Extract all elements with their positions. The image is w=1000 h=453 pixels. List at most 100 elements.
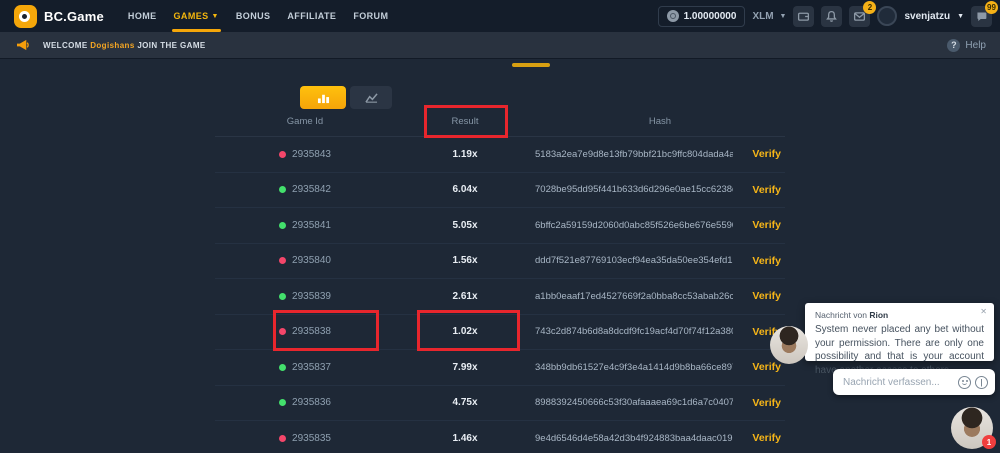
result-value: 1.19x — [395, 149, 535, 160]
game-id-value: 2935840 — [292, 255, 331, 266]
result-value: 1.46x — [395, 433, 535, 444]
coin-icon — [667, 10, 679, 22]
chat-message-card: ✕ Nachricht von Rion System never placed… — [805, 303, 994, 361]
table-row: 2935836 4.75x 8988392450666c53f30afaaaea… — [215, 386, 785, 422]
hash-value: 6bffc2a59159d2060d0abc85f526e6be676e5590… — [535, 220, 733, 231]
annotation-box-result-102x — [417, 310, 520, 351]
game-id-cell: 2935842 — [215, 184, 395, 195]
game-id-value: 2935842 — [292, 184, 331, 195]
game-id-value: 2935835 — [292, 433, 331, 444]
user-avatar[interactable] — [877, 6, 897, 26]
result-value: 7.99x — [395, 362, 535, 373]
game-id-cell: 2935840 — [215, 255, 395, 266]
game-id-cell: 2935843 — [215, 149, 395, 160]
result-value: 1.56x — [395, 255, 535, 266]
hash-cell: 9e4d6546d4e58a42d3b4f924883baa4daac019ce… — [535, 432, 785, 444]
result-status-dot — [279, 257, 286, 264]
game-id-cell: 2935837 — [215, 362, 395, 373]
announcement-text: WELCOME Dogishans JOIN THE GAME — [43, 41, 206, 50]
result-status-dot — [279, 222, 286, 229]
help-icon: ? — [947, 39, 960, 52]
table-row: 2935842 6.04x 7028be95dd95f441b633d6d296… — [215, 173, 785, 209]
hash-cell: 8988392450666c53f30afaaaea69c1d6a7c0407e… — [535, 397, 785, 409]
help-label: Help — [965, 40, 986, 51]
message-from-line: Nachricht von Rion — [815, 310, 984, 320]
hash-value: ddd7f521e87769103ecf94ea35da50ee354efd1c… — [535, 255, 733, 266]
nav-affiliate[interactable]: AFFILIATE — [287, 0, 336, 32]
wallet-icon — [797, 10, 810, 23]
hash-value: 5183a2ea7e9d8e13fb79bbf21bc9ffc804dada4a… — [535, 149, 733, 160]
hash-value: 8988392450666c53f30afaaaea69c1d6a7c0407e… — [535, 397, 733, 408]
main-nav: HOME GAMES▼ BONUS AFFILIATE FORUM — [128, 0, 388, 32]
chat-message-input[interactable] — [843, 377, 954, 388]
currency-label: XLM — [752, 11, 773, 22]
hash-cell: ddd7f521e87769103ecf94ea35da50ee354efd1c… — [535, 255, 785, 267]
game-id-value: 2935836 — [292, 397, 331, 408]
result-status-dot — [279, 364, 286, 371]
nav-home[interactable]: HOME — [128, 0, 157, 32]
game-history-table: Game Id Result Hash 2935843 1.19x 5183a2… — [215, 106, 785, 453]
nav-bonus[interactable]: BONUS — [236, 0, 271, 32]
chevron-down-icon: ▼ — [780, 13, 787, 20]
game-id-cell: 2935841 — [215, 220, 395, 231]
result-value: 6.04x — [395, 184, 535, 195]
info-icon[interactable]: | — [975, 376, 988, 389]
hash-value: 9e4d6546d4e58a42d3b4f924883baa4daac019ce… — [535, 433, 733, 444]
table-row: 2935837 7.99x 348bb9db61527e4c9f3e4a1414… — [215, 350, 785, 386]
column-header-hash: Hash — [535, 116, 785, 127]
user-menu[interactable]: svenjatzu ▼ — [904, 11, 964, 22]
mail-badge: 2 — [863, 1, 876, 14]
table-row: 2935843 1.19x 5183a2ea7e9d8e13fb79bbf21b… — [215, 137, 785, 173]
close-icon[interactable]: ✕ — [980, 308, 987, 316]
wallet-button[interactable] — [793, 6, 814, 27]
verify-link[interactable]: Verify — [752, 148, 781, 160]
column-header-game-id: Game Id — [215, 116, 395, 127]
nav-games[interactable]: GAMES▼ — [174, 0, 219, 32]
verify-link[interactable]: Verify — [752, 432, 781, 444]
hash-value: 348bb9db61527e4c9f3e4a1414d9b8ba66ce8970… — [535, 362, 733, 373]
welcomed-username[interactable]: Dogishans — [90, 41, 135, 50]
hash-cell: a1bb0eaaf17ed4527669f2a0bba8cc53abab26c6… — [535, 290, 785, 302]
result-value: 2.61x — [395, 291, 535, 302]
chevron-down-icon: ▼ — [957, 13, 964, 20]
help-button[interactable]: ? Help — [947, 39, 986, 52]
verify-link[interactable]: Verify — [752, 397, 781, 409]
messages-button[interactable]: 2 — [849, 6, 870, 27]
hash-cell: 7028be95dd95f441b633d6d296e0ae15cc6238dd… — [535, 184, 785, 196]
result-status-dot — [279, 186, 286, 193]
game-id-cell: 2935835 — [215, 433, 395, 444]
emoji-icon[interactable] — [958, 376, 971, 389]
bell-icon — [825, 10, 838, 23]
annotation-box-result-header — [424, 105, 508, 138]
nav-forum[interactable]: FORUM — [353, 0, 388, 32]
game-id-cell: 2935839 — [215, 291, 395, 302]
top-header: BC.Game HOME GAMES▼ BONUS AFFILIATE FORU… — [0, 0, 1000, 32]
verify-link[interactable]: Verify — [752, 184, 781, 196]
username-label: svenjatzu — [904, 11, 950, 22]
table-row: 2935835 1.46x 9e4d6546d4e58a42d3b4f92488… — [215, 421, 785, 453]
notifications-button[interactable] — [821, 6, 842, 27]
line-chart-icon — [364, 92, 379, 104]
game-id-cell: 2935836 — [215, 397, 395, 408]
chat-toggle-button[interactable]: 99 — [971, 6, 992, 27]
hash-cell: 5183a2ea7e9d8e13fb79bbf21bc9ffc804dada4a… — [535, 148, 785, 160]
verify-link[interactable]: Verify — [752, 219, 781, 231]
game-id-value: 2935843 — [292, 149, 331, 160]
hash-cell: 348bb9db61527e4c9f3e4a1414d9b8ba66ce8970… — [535, 361, 785, 373]
game-id-value: 2935837 — [292, 362, 331, 373]
verify-link[interactable]: Verify — [752, 255, 781, 267]
chat-user-avatar[interactable]: 1 — [951, 407, 993, 449]
verify-link[interactable]: Verify — [752, 361, 781, 373]
brand-logo[interactable]: BC.Game — [14, 5, 104, 28]
result-status-dot — [279, 399, 286, 406]
table-row: 2935841 5.05x 6bffc2a59159d2060d0abc85f5… — [215, 208, 785, 244]
bcgame-logo-icon — [14, 5, 37, 28]
verify-link[interactable]: Verify — [752, 290, 781, 302]
result-status-dot — [279, 435, 286, 442]
modal-tab-underline — [512, 63, 550, 67]
unread-count-badge: 1 — [982, 435, 996, 449]
balance-display[interactable]: 1.00000000 — [658, 6, 746, 27]
sender-avatar[interactable] — [770, 326, 808, 364]
balance-amount: 1.00000000 — [684, 11, 737, 22]
currency-selector[interactable]: XLM ▼ — [752, 11, 786, 22]
